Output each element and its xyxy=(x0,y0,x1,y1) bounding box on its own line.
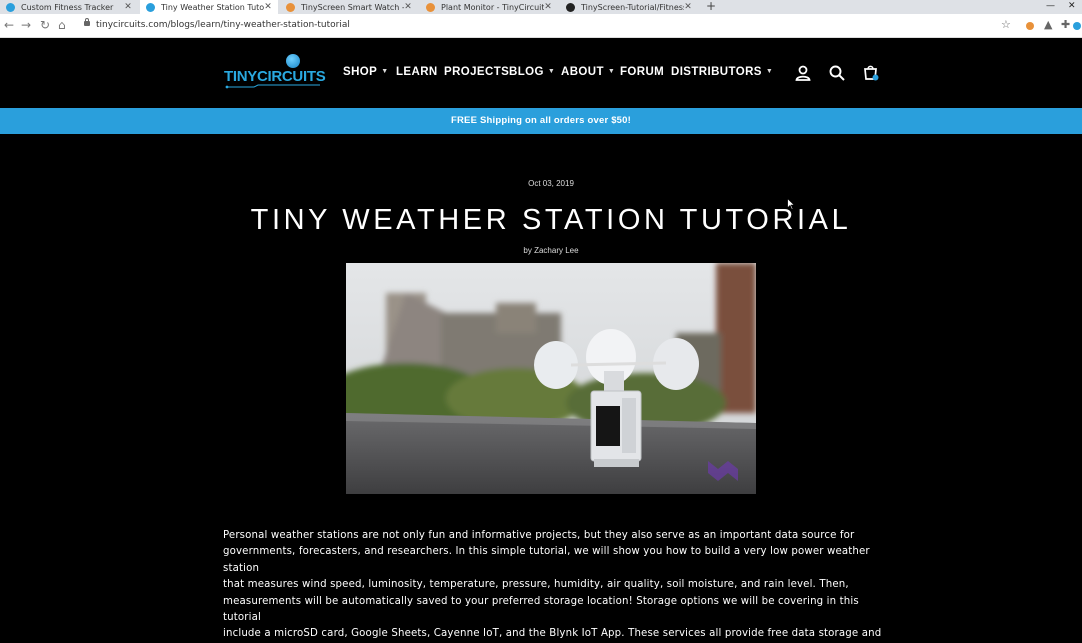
mouse-cursor-icon xyxy=(787,198,795,210)
extension-icon[interactable] xyxy=(1026,22,1034,30)
nav-about[interactable]: ABOUT ▼ xyxy=(561,66,615,78)
nav-shop[interactable]: SHOP ▼ xyxy=(343,66,389,78)
chevron-down-icon: ▼ xyxy=(381,68,389,75)
search-icon[interactable] xyxy=(828,64,846,82)
extension-icon[interactable]: ▲ xyxy=(1044,19,1052,31)
forward-arrow-icon[interactable]: → xyxy=(21,18,31,32)
browser-toolbar: ← → ↻ ⌂ tinycircuits.com/blogs/learn/tin… xyxy=(0,14,1082,38)
github-favicon-icon xyxy=(566,2,575,12)
tinycircuits-favicon-icon xyxy=(146,2,155,12)
tinycircuits-favicon-icon xyxy=(6,2,15,12)
announcement-bar[interactable]: FREE Shipping on all orders over $50! xyxy=(0,108,1082,134)
article-author: by Zachary Lee xyxy=(523,246,579,255)
nav-blog[interactable]: BLOG ▼ xyxy=(509,66,555,78)
plus-icon[interactable]: + xyxy=(706,0,716,14)
chevron-down-icon: ▼ xyxy=(607,68,616,75)
extensions-puzzle-icon[interactable]: ✚ xyxy=(1061,19,1070,31)
lock-icon[interactable] xyxy=(84,18,90,26)
tinycircuits-favicon-icon xyxy=(286,2,295,12)
close-window-icon[interactable]: ✕ xyxy=(1068,0,1076,14)
article-body-line: Personal weather stations are not only f… xyxy=(223,530,855,541)
tinycircuits-favicon-icon xyxy=(426,2,435,12)
article-body-line: governments, forecasters, and researcher… xyxy=(223,546,870,574)
browser-tab[interactable]: Plant Monitor - TinyCircuits ✕ xyxy=(420,0,558,14)
close-tab-icon[interactable]: ✕ xyxy=(544,2,552,12)
close-tab-icon[interactable]: ✕ xyxy=(264,2,272,12)
bookmark-star-icon[interactable]: ☆ xyxy=(1001,19,1011,31)
browser-tab[interactable]: Custom Fitness Tracker ✕ xyxy=(0,0,138,14)
tab-title: Tiny Weather Station Tutorial xyxy=(161,2,264,12)
chevron-down-icon: ▼ xyxy=(547,68,556,75)
close-tab-icon[interactable]: ✕ xyxy=(684,2,692,12)
browser-tab-active[interactable]: Tiny Weather Station Tutorial ✕ xyxy=(140,0,278,14)
article-body-line: include a microSD card, Google Sheets, C… xyxy=(223,628,882,640)
weather-station-hero-image xyxy=(346,263,756,494)
browser-tab[interactable]: TinyScreen-Tutorial/FitnessTrack ✕ xyxy=(560,0,698,14)
browser-tab[interactable]: TinyScreen Smart Watch - TinyCi ✕ xyxy=(280,0,418,14)
logo-swoosh-icon xyxy=(225,84,320,89)
article-date: Oct 03, 2019 xyxy=(528,179,574,188)
nav-forum[interactable]: FORUM xyxy=(620,66,664,78)
main-nav: SHOP ▼ LEARN PROJECTS BLOG ▼ ABOUT ▼ FORUM … xyxy=(0,66,1082,82)
close-tab-icon[interactable]: ✕ xyxy=(404,2,412,12)
cart-icon[interactable] xyxy=(862,64,880,82)
home-icon[interactable]: ⌂ xyxy=(58,18,66,32)
minimize-icon[interactable]: — xyxy=(1046,0,1055,14)
article-body: Personal weather stations are not only f… xyxy=(223,528,883,643)
account-icon[interactable] xyxy=(794,64,812,82)
close-tab-icon[interactable]: ✕ xyxy=(124,2,132,12)
page-title: TINY WEATHER STATION TUTORIAL xyxy=(250,204,852,236)
back-arrow-icon[interactable]: ← xyxy=(4,18,14,32)
nav-distributors[interactable]: DISTRIBUTORS ▼ xyxy=(671,66,773,78)
tab-title: Custom Fitness Tracker xyxy=(21,2,114,12)
site-header: TINYCIRCUITS SHOP ▼ LEARN PROJECTS BLOG ▼ … xyxy=(0,38,1082,108)
nav-projects[interactable]: PROJECTS xyxy=(444,66,509,78)
article-body-line: that measures wind speed, luminosity, te… xyxy=(223,579,849,591)
tab-title: TinyScreen Smart Watch - TinyCi xyxy=(301,2,404,12)
url-field[interactable]: tinycircuits.com/blogs/learn/tiny-weathe… xyxy=(96,20,350,30)
reload-icon[interactable]: ↻ xyxy=(40,18,50,32)
nav-learn[interactable]: LEARN xyxy=(396,66,438,78)
chevron-down-icon: ▼ xyxy=(765,68,774,75)
browser-tab-strip: Custom Fitness Tracker ✕ Tiny Weather St… xyxy=(0,0,1082,14)
tab-title: TinyScreen-Tutorial/FitnessTrack xyxy=(581,2,684,12)
profile-avatar[interactable] xyxy=(1073,22,1081,30)
article-body-line: measurements will be automatically saved… xyxy=(223,595,859,624)
tab-title: Plant Monitor - TinyCircuits xyxy=(441,2,544,12)
